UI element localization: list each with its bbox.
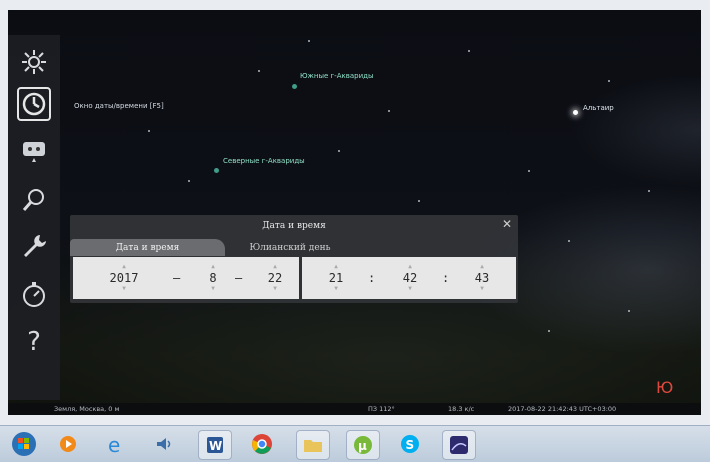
southern-aquariids-label[interactable]: Южные г-Аквариды [300,72,374,80]
stopwatch-icon [23,282,45,307]
decrement-icon[interactable]: ▼ [273,285,277,293]
northern-aquariids-label[interactable]: Северные г-Аквариды [223,157,305,165]
search-icon [22,189,44,211]
date-panel: ▲ 2017 ▼ – ▲ 8 ▼ – ▲ 22 ▼ [73,257,299,299]
year-value: 2017 [109,271,139,285]
decrement-icon[interactable]: ▼ [211,285,215,293]
hour-spinbox[interactable]: ▲ 21 ▼ [314,257,358,299]
dialog-title: Дата и время [262,221,326,231]
help-button[interactable]: ? [17,325,51,359]
script-button[interactable] [17,277,51,311]
increment-icon[interactable]: ▲ [273,263,277,271]
minute-spinbox[interactable]: ▲ 42 ▼ [388,257,432,299]
start-button[interactable] [10,430,38,458]
second-value: 43 [474,271,490,285]
sky-view[interactable]: Южные г-Аквариды Северные г-Аквариды Аль… [8,10,701,415]
location-status: Земля, Москва, 0 м [54,405,120,413]
tab-julian-day[interactable]: Юлианский день [230,239,350,256]
date-time-button[interactable] [17,87,51,121]
svg-text:W: W [209,439,222,453]
volume-icon [157,438,171,450]
month-value: 8 [209,271,217,285]
minute-value: 42 [402,271,418,285]
decrement-icon[interactable]: ▼ [480,285,484,293]
word-icon: W [207,437,223,453]
datetime-status: 2017-08-22 21:42:43 UTC+03:00 [508,405,617,413]
southern-aquariids-radiant[interactable] [292,84,297,89]
taskbar-skype[interactable]: S [396,430,424,458]
skype-icon: S [401,435,419,453]
chat-icon [23,142,45,162]
tab-date-time[interactable]: Дата и время [70,239,225,256]
increment-icon[interactable]: ▲ [122,263,126,271]
taskbar-volume[interactable] [150,430,178,458]
compass-south-label: Ю [656,378,674,397]
time-separator: : [442,271,450,285]
increment-icon[interactable]: ▲ [408,263,412,271]
altair-star[interactable] [573,110,578,115]
date-separator: – [235,271,243,285]
year-spinbox[interactable]: ▲ 2017 ▼ [93,257,155,299]
location-button[interactable] [17,45,51,79]
taskbar-media-player[interactable] [54,430,82,458]
chrome-icon [252,434,272,454]
search-button[interactable] [17,183,51,217]
fps-status: 18.3 к/с [448,405,475,413]
help-icon: ? [27,327,41,357]
date-separator: – [173,271,181,285]
taskbar-ie[interactable]: e [102,430,130,458]
stellarium-icon [450,436,468,454]
decrement-icon[interactable]: ▼ [334,285,338,293]
time-separator: : [368,271,376,285]
windows-start-icon [12,432,36,456]
decrement-icon[interactable]: ▼ [122,285,126,293]
svg-text:S: S [406,438,415,452]
internet-explorer-icon: e [108,433,120,455]
day-spinbox[interactable]: ▲ 22 ▼ [255,257,295,299]
sky-culture-button[interactable] [17,135,51,169]
svg-text:e: e [108,433,120,455]
left-toolbar: ? [8,35,60,400]
folder-icon [304,440,322,452]
decrement-icon[interactable]: ▼ [408,285,412,293]
increment-icon[interactable]: ▲ [480,263,484,271]
status-bar: Земля, Москва, 0 м ПЗ 112° 18.3 к/с 2017… [8,403,701,415]
time-panel: ▲ 21 ▼ : ▲ 42 ▼ : ▲ 43 ▼ [302,257,516,299]
media-player-icon [60,436,76,452]
taskbar-word[interactable]: W [198,430,232,460]
date-time-dialog: Дата и время ✕ Дата и время Юлианский де… [70,215,518,303]
utorrent-icon: µ [354,436,372,454]
sun-icon [22,50,46,74]
taskbar-explorer[interactable] [296,430,330,460]
taskbar-utorrent[interactable]: µ [346,430,380,460]
svg-text:µ: µ [358,439,367,453]
northern-aquariids-radiant[interactable] [214,168,219,173]
second-spinbox[interactable]: ▲ 43 ▼ [460,257,504,299]
taskbar-chrome[interactable] [248,430,276,458]
windows-taskbar: e W µ S [0,425,710,462]
hour-value: 21 [328,271,344,285]
settings-button[interactable] [17,229,51,263]
wrench-icon [24,235,46,257]
stellarium-window: Южные г-Аквариды Северные г-Аквариды Аль… [8,10,701,415]
tooltip: Окно даты/времени [F5] [74,102,164,110]
day-value: 22 [267,271,283,285]
taskbar-stellarium[interactable] [442,430,476,460]
increment-icon[interactable]: ▲ [334,263,338,271]
month-spinbox[interactable]: ▲ 8 ▼ [195,257,231,299]
increment-icon[interactable]: ▲ [211,263,215,271]
clock-icon [22,92,46,116]
close-icon[interactable]: ✕ [502,218,512,230]
altair-label[interactable]: Альтаир [583,104,614,112]
fov-status: ПЗ 112° [368,405,395,413]
